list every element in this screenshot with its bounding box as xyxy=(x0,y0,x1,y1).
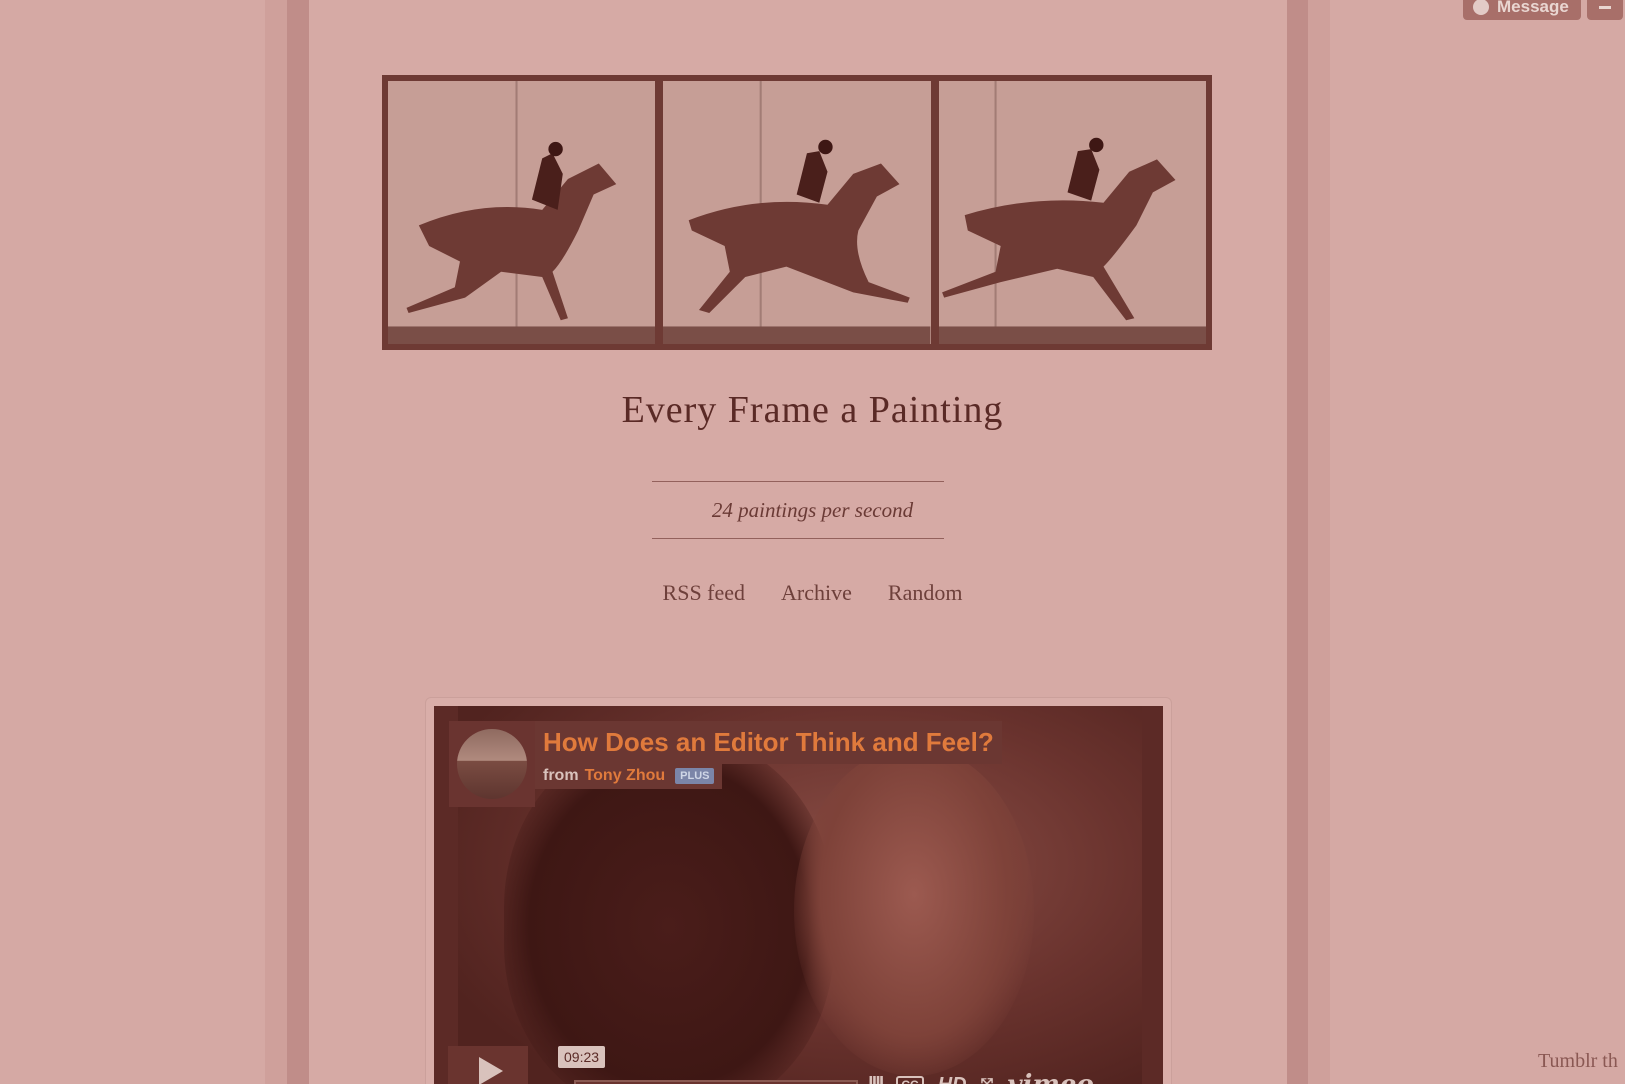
play-icon xyxy=(479,1057,503,1084)
nav-link-archive[interactable]: Archive xyxy=(781,580,852,606)
hd-button[interactable]: HD xyxy=(938,1074,967,1084)
nav-link-rss-feed[interactable]: RSS feed xyxy=(663,580,746,606)
tagline-divider-bottom xyxy=(652,538,944,539)
nav-link-random[interactable]: Random xyxy=(888,580,963,606)
player-controls: 09:23 |||| CC HD ⤧ vimeo xyxy=(448,1046,1148,1084)
avatar xyxy=(457,729,527,799)
horse-rider-illustration xyxy=(663,81,931,344)
play-button[interactable] xyxy=(448,1046,528,1084)
video-author-link[interactable]: Tony Zhou xyxy=(585,767,666,785)
video-post: How Does an Editor Think and Feel? from … xyxy=(425,697,1172,1084)
video-from-label: from xyxy=(543,767,579,784)
right-gutter xyxy=(1308,0,1330,1084)
vimeo-player[interactable]: How Does an Editor Think and Feel? from … xyxy=(434,706,1163,1084)
tumblr-footer-text[interactable]: Tumblr th xyxy=(1538,1050,1618,1073)
vimeo-logo[interactable]: vimeo xyxy=(1007,1070,1093,1084)
video-byline: from Tony Zhou PLUS xyxy=(535,763,723,789)
message-button-label: Message xyxy=(1497,0,1569,16)
left-gutter xyxy=(265,0,287,1084)
video-title[interactable]: How Does an Editor Think and Feel? xyxy=(543,727,994,757)
header-banner-image xyxy=(382,75,1212,350)
horse-rider-illustration xyxy=(938,81,1206,344)
banner-frame xyxy=(388,81,656,344)
blog-nav: RSS feed Archive Random xyxy=(0,580,1625,606)
volume-icon[interactable]: |||| xyxy=(868,1074,884,1084)
collapse-button[interactable] xyxy=(1587,0,1623,20)
author-avatar-box[interactable] xyxy=(449,721,535,807)
progress-bar[interactable] xyxy=(574,1080,858,1084)
tagline-divider-top xyxy=(652,481,944,482)
banner-frame xyxy=(663,81,931,344)
right-column-border xyxy=(1287,0,1308,1084)
video-title-box: How Does an Editor Think and Feel? xyxy=(535,721,1002,764)
duration-label: 09:23 xyxy=(558,1046,606,1068)
video-frame-detail xyxy=(794,746,1034,1076)
horse-rider-illustration xyxy=(388,81,656,344)
minus-icon xyxy=(1599,5,1611,9)
left-column-border xyxy=(287,0,309,1084)
fullscreen-icon[interactable]: ⤧ xyxy=(981,1076,994,1084)
closed-captions-button[interactable]: CC xyxy=(896,1076,924,1084)
smiley-icon xyxy=(1473,0,1489,15)
plus-badge: PLUS xyxy=(675,768,715,784)
page: Every Frame a Painting 24 paintings per … xyxy=(0,0,1625,1084)
player-right-controls: |||| CC HD ⤧ vimeo xyxy=(868,1070,1094,1084)
blog-title[interactable]: Every Frame a Painting xyxy=(0,388,1625,432)
message-button[interactable]: Message xyxy=(1463,0,1581,20)
blog-tagline: 24 paintings per second xyxy=(711,498,914,522)
banner-frame xyxy=(938,81,1206,344)
